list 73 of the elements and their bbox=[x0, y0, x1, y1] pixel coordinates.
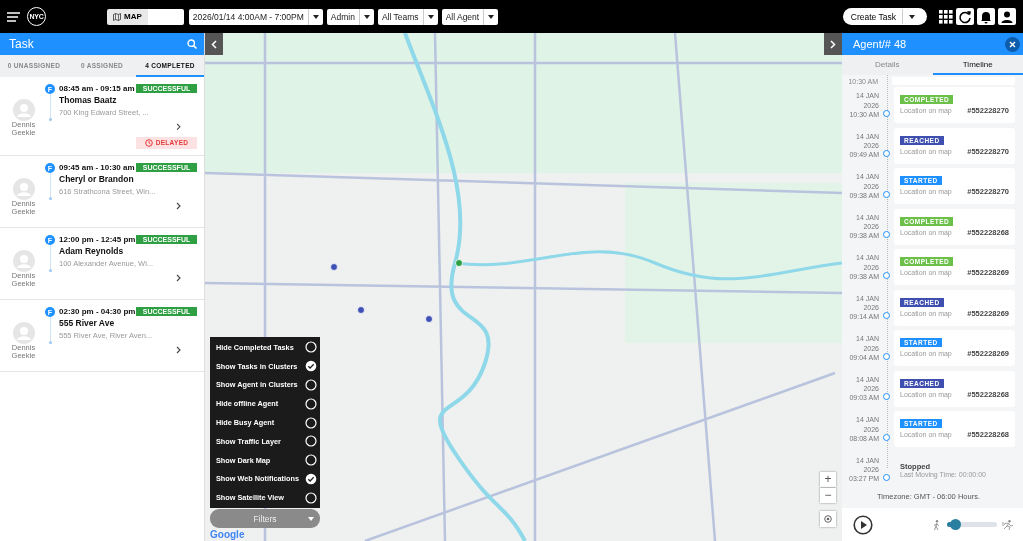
bell-icon bbox=[979, 9, 993, 24]
walking-icon bbox=[933, 519, 940, 530]
refresh-icon bbox=[958, 9, 972, 24]
zoom-in-button[interactable]: + bbox=[820, 472, 836, 487]
running-icon bbox=[1002, 519, 1013, 530]
timeline-dot bbox=[883, 150, 890, 158]
bell-button[interactable] bbox=[977, 8, 995, 25]
task-name: Cheryl or Brandon bbox=[59, 174, 135, 184]
agent-marker bbox=[455, 259, 463, 267]
user-button[interactable] bbox=[998, 8, 1016, 25]
timeline-dot bbox=[883, 271, 890, 279]
locate-button[interactable] bbox=[820, 511, 836, 527]
caret-icon bbox=[362, 13, 371, 20]
avatar-icon bbox=[12, 99, 35, 121]
timeline-dot bbox=[883, 474, 890, 482]
chevron-right-icon[interactable] bbox=[176, 346, 181, 354]
date-range-dropdown[interactable]: 2026/01/14 4:00AM - 7:00PM bbox=[188, 8, 323, 25]
crosshair-icon bbox=[823, 514, 833, 524]
grid-icon[interactable] bbox=[939, 9, 953, 24]
avatar-icon bbox=[12, 322, 35, 344]
play-icon[interactable] bbox=[853, 514, 873, 535]
task-name: Adam Reynolds bbox=[59, 246, 125, 256]
clock-icon bbox=[144, 138, 153, 147]
task-name: 555 River Ave bbox=[59, 318, 116, 328]
map-attribution: Google bbox=[210, 529, 245, 540]
avatar-icon bbox=[12, 178, 35, 200]
map-search-field[interactable] bbox=[147, 8, 184, 25]
collapse-right-button[interactable] bbox=[824, 33, 842, 55]
map-icon bbox=[113, 12, 121, 21]
task-marker bbox=[425, 315, 433, 323]
slider-thumb[interactable] bbox=[949, 519, 961, 530]
caret-icon bbox=[311, 13, 320, 20]
caret-icon bbox=[426, 13, 435, 20]
caret-icon bbox=[908, 13, 916, 20]
role-dropdown[interactable]: Admin bbox=[326, 8, 374, 25]
chevron-right-icon bbox=[830, 39, 836, 49]
timeline-dot bbox=[883, 109, 890, 117]
caret-icon bbox=[487, 13, 496, 20]
task-time: 08:45 am - 09:15 am bbox=[59, 84, 135, 93]
team-dropdown[interactable]: All Teams bbox=[377, 8, 438, 25]
task-name: Thomas Baatz bbox=[59, 95, 118, 105]
panel-title: Agent/# 48 bbox=[853, 38, 907, 50]
refresh-button[interactable] bbox=[956, 8, 974, 25]
speed-slider[interactable] bbox=[947, 522, 997, 527]
task-time: 02:30 pm - 04:30 pm bbox=[59, 307, 136, 316]
chevron-right-icon[interactable] bbox=[176, 202, 181, 210]
caret-icon bbox=[307, 515, 315, 522]
create-task-button[interactable]: Create Task bbox=[842, 8, 927, 25]
task-time: 09:45 am - 10:30 am bbox=[59, 163, 135, 172]
timeline-dot bbox=[883, 231, 890, 239]
task-time: 12:00 pm - 12:45 pm bbox=[59, 235, 136, 244]
timeline-dot bbox=[883, 433, 890, 441]
close-icon bbox=[1005, 36, 1020, 52]
user-icon bbox=[1000, 9, 1014, 24]
task-marker bbox=[330, 263, 338, 271]
map-button[interactable]: MAP bbox=[107, 8, 148, 25]
chevron-right-icon[interactable] bbox=[176, 274, 181, 282]
agent-tab[interactable]: Timeline bbox=[932, 55, 1023, 75]
panel-title: Task bbox=[9, 37, 34, 51]
avatar-icon bbox=[12, 250, 35, 272]
chevron-left-icon bbox=[211, 39, 217, 49]
menu-icon[interactable] bbox=[7, 11, 20, 22]
task-marker bbox=[357, 306, 365, 314]
timeline-dot bbox=[883, 352, 890, 360]
timeline-dot bbox=[883, 190, 890, 198]
zoom-out-button[interactable]: − bbox=[820, 488, 836, 503]
agent-dropdown[interactable]: All Agent bbox=[441, 8, 499, 25]
collapse-left-button[interactable] bbox=[205, 33, 223, 55]
close-button[interactable] bbox=[1005, 36, 1020, 52]
search-icon[interactable] bbox=[187, 39, 197, 49]
timeline-dot bbox=[883, 393, 890, 401]
chevron-right-icon[interactable] bbox=[176, 123, 181, 131]
timeline-dot bbox=[883, 312, 890, 320]
